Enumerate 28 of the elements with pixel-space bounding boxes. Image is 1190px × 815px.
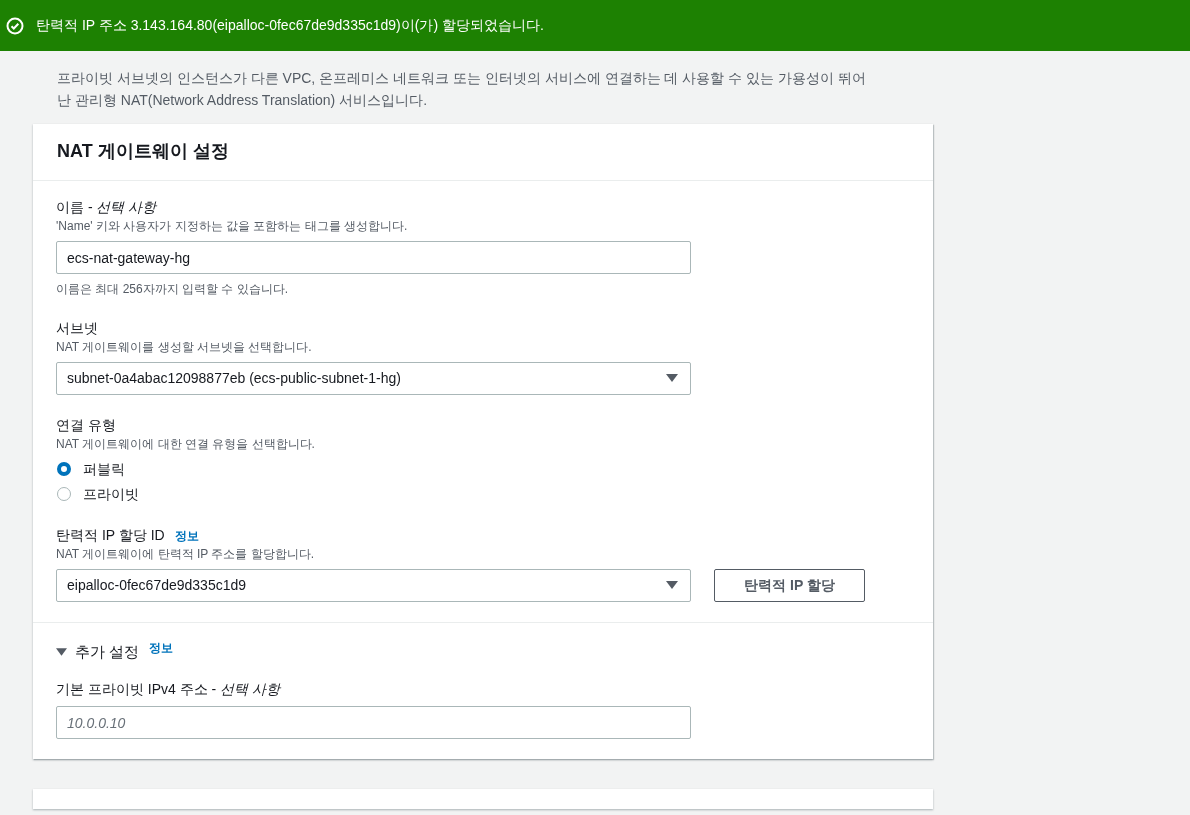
panel-title: NAT 게이트웨이 설정 [57, 140, 230, 163]
radio-label[interactable]: 프라이빗 [83, 483, 139, 505]
allocate-ip-button[interactable]: 탄력적 IP 할당 [714, 568, 865, 602]
info-link[interactable]: 정보 [174, 526, 199, 545]
field-label: 이름 - 선택 사항 [56, 198, 157, 218]
field-label: 연결 유형 [56, 415, 116, 435]
caret-down-icon [666, 580, 678, 591]
field-description: NAT 게이트웨이에 탄력적 IP 주소를 할당합니다. [56, 545, 316, 563]
check-circle-icon [6, 16, 24, 35]
radio-button[interactable] [57, 462, 71, 477]
field-label: 서브넷 [56, 319, 98, 339]
radio-label[interactable]: 퍼블릭 [83, 458, 125, 480]
field-label: 탄력적 IP 할당 ID [56, 525, 165, 545]
field-description: NAT 게이트웨이에 대한 연결 유형을 선택합니다. [56, 435, 316, 453]
field-description: NAT 게이트웨이를 생성할 서브넷을 선택합니다. [56, 339, 313, 356]
field-description: 'Name' 키와 사용자가 지정하는 값을 포함하는 태그를 생성합니다. [56, 218, 409, 236]
field-constraint: 이름은 최대 256자까지 입력할 수 있습니다. [56, 281, 290, 299]
page-description: 프라이빗 서브넷의 인스턴스가 다른 VPC, 온프레미스 네트워크 또는 인터넷의 서비스에 연결하는 데 사용할 수 있는 가용성이 뛰어난 관리형 NAT(Network Address Translation) 서비스입니다. [56, 69, 867, 111]
field-label: 기본 프라이빗 IPv4 주소 - 선택 사항 [56, 680, 280, 700]
info-link[interactable]: 정보 [149, 638, 174, 657]
caret-down-icon [666, 373, 678, 384]
banner-message: 탄력적 IP 주소 3.143.164.80(eipalloc-0fec67de9d335c1d9)이(가) 할당되었습니다. [36, 16, 544, 35]
select-dropdown[interactable]: subnet-0a4abac12098877eb (ecs-public-subnet-1-hg) [56, 361, 691, 395]
radio-button[interactable] [57, 487, 71, 502]
select-dropdown[interactable]: eipalloc-0fec67de9d335c1d9 [56, 568, 691, 602]
expand-toggle[interactable]: 추가 설정 [56, 640, 140, 664]
text-input[interactable]: ecs-nat-gateway-hg [56, 241, 691, 275]
text-input[interactable]: 10.0.0.10 [56, 706, 691, 740]
